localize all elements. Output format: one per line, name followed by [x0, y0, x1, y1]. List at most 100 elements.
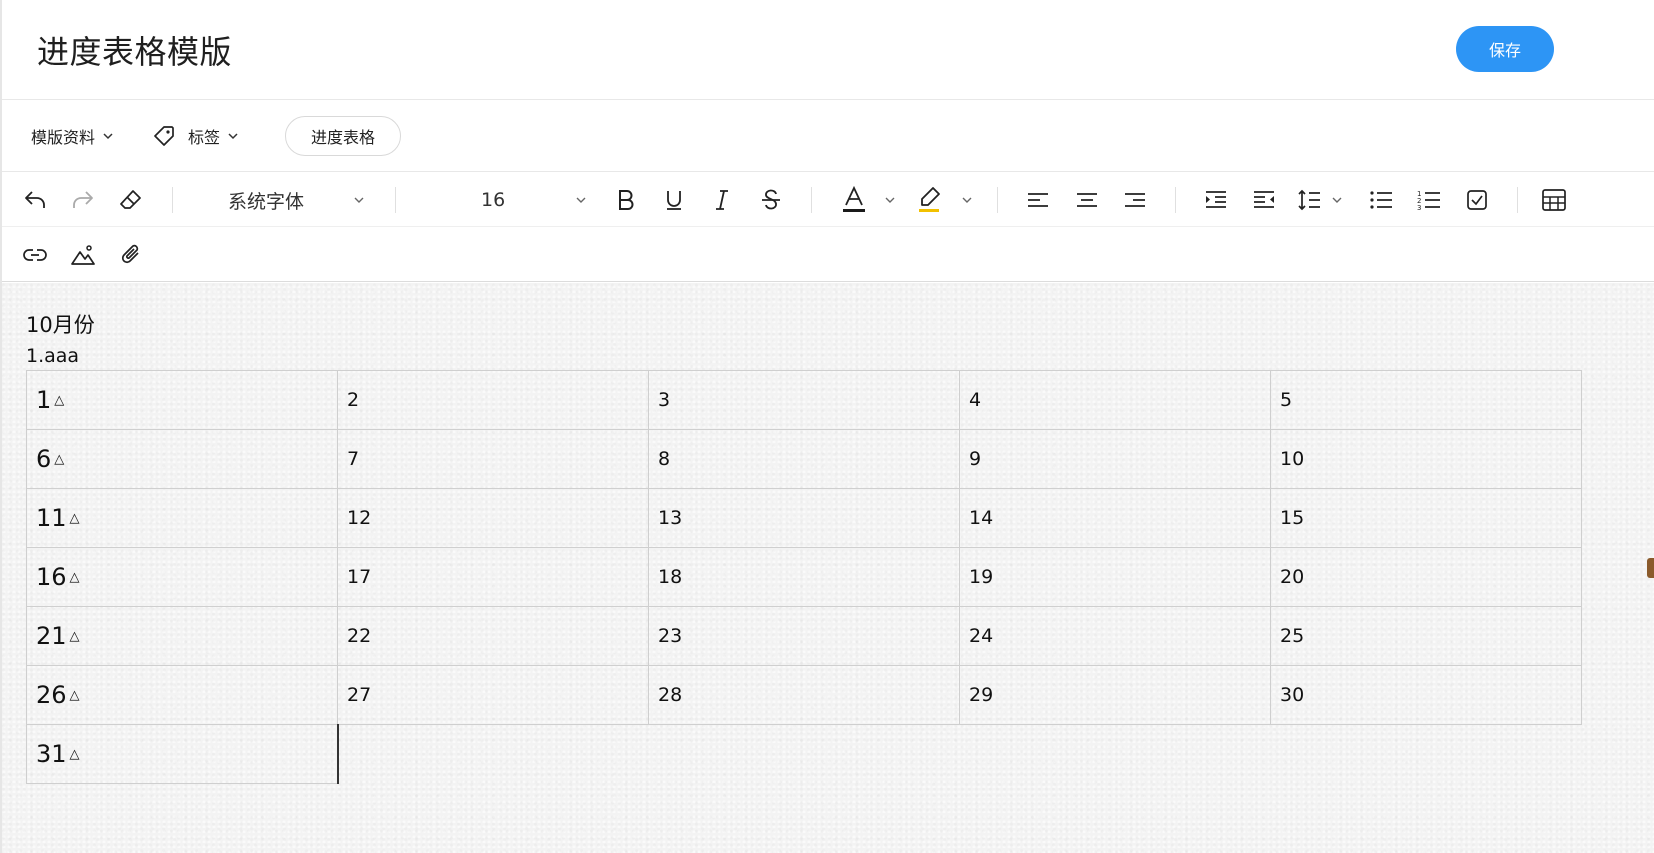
save-button[interactable]: 保存: [1456, 26, 1554, 72]
align-left-icon: [1028, 193, 1048, 207]
line-height-button[interactable]: [1293, 184, 1325, 216]
table-row: 6 △ 7 8 9 10: [26, 429, 1582, 489]
table-button[interactable]: [1538, 184, 1570, 216]
table-cell[interactable]: 12: [337, 488, 649, 548]
font-color-button[interactable]: [838, 184, 870, 216]
chevron-down-icon[interactable]: [884, 194, 896, 206]
table-cell[interactable]: 1 △: [26, 370, 338, 430]
table-row: 1 △ 2 3 4 5: [26, 370, 1582, 430]
cell-number: 28: [658, 684, 683, 706]
page-title[interactable]: 进度表格模版: [37, 27, 232, 73]
toolbar-row-1: 系统字体 16 1 2 3: [2, 172, 1654, 227]
table-cell[interactable]: 14: [959, 488, 1271, 548]
checklist-button[interactable]: [1461, 184, 1493, 216]
tag-pill[interactable]: 进度表格: [285, 116, 401, 156]
table-cell[interactable]: 21 △: [26, 606, 338, 666]
cell-number: 3: [658, 389, 671, 411]
align-right-button[interactable]: [1119, 184, 1151, 216]
table-cell[interactable]: 13: [648, 488, 960, 548]
image-button[interactable]: [67, 239, 99, 271]
link-button[interactable]: [19, 239, 51, 271]
table-cell[interactable]: 29: [959, 665, 1271, 725]
toolbar-row-2: [2, 227, 1654, 282]
table-cell[interactable]: 18: [648, 547, 960, 607]
table-cell[interactable]: 22: [337, 606, 649, 666]
chevron-down-icon[interactable]: [1331, 194, 1343, 206]
tags-dropdown[interactable]: 标签: [152, 122, 240, 150]
font-family-value: 系统字体: [228, 190, 305, 213]
align-center-button[interactable]: [1071, 184, 1103, 216]
triangle-icon: △: [69, 511, 80, 526]
highlight-button[interactable]: [914, 184, 946, 216]
indent-increase-icon: [1206, 191, 1226, 208]
table-cell[interactable]: 30: [1270, 665, 1582, 725]
chevron-down-icon[interactable]: [353, 194, 365, 206]
indent-increase-button[interactable]: [1200, 184, 1232, 216]
toolbar-separator: [1175, 187, 1176, 213]
font-family-select[interactable]: 系统字体: [228, 184, 304, 216]
align-left-button[interactable]: [1022, 184, 1054, 216]
document-heading[interactable]: 10月份: [26, 309, 95, 339]
strikethrough-button[interactable]: [755, 184, 787, 216]
cell-number: 17: [347, 566, 372, 588]
toolbar-separator: [1517, 187, 1518, 213]
document-subline[interactable]: 1.aaa: [26, 345, 79, 367]
bold-button[interactable]: [610, 184, 642, 216]
numbered-list-button[interactable]: 123: [1413, 184, 1445, 216]
table-cell[interactable]: 5: [1270, 370, 1582, 430]
table-cell[interactable]: 9: [959, 429, 1271, 489]
side-handle[interactable]: [1647, 558, 1654, 578]
cell-number: 23: [658, 625, 683, 647]
table-cell[interactable]: 3: [648, 370, 960, 430]
attachment-button[interactable]: [115, 239, 147, 271]
underline-button[interactable]: [658, 184, 690, 216]
triangle-icon: △: [54, 393, 65, 408]
image-icon: [71, 245, 95, 265]
table-cell[interactable]: 10: [1270, 429, 1582, 489]
cell-number: 5: [1280, 389, 1293, 411]
table-cell[interactable]: 20: [1270, 547, 1582, 607]
editor-canvas[interactable]: 10月份 1.aaa 1 △ 2 3 4 5 6 △ 7 8 9 10 11 △ 12 13 14 15 16 △ 17…: [2, 283, 1654, 853]
page-header: 进度表格模版 保存: [2, 0, 1654, 100]
chevron-down-icon[interactable]: [575, 194, 587, 206]
table-cell[interactable]: 7: [337, 429, 649, 489]
italic-button[interactable]: [706, 184, 738, 216]
undo-button[interactable]: [19, 184, 51, 216]
table-cell[interactable]: 25: [1270, 606, 1582, 666]
table-cell[interactable]: 19: [959, 547, 1271, 607]
table-cell[interactable]: 8: [648, 429, 960, 489]
bullet-list-button[interactable]: [1365, 184, 1397, 216]
cell-number: 1: [36, 386, 52, 414]
cell-number: 21: [36, 622, 67, 650]
empty-cell: [1271, 725, 1582, 784]
table-cell[interactable]: 24: [959, 606, 1271, 666]
table-cell[interactable]: 4: [959, 370, 1271, 430]
table-cell[interactable]: 11 △: [26, 488, 338, 548]
table-cell[interactable]: 28: [648, 665, 960, 725]
calendar-table[interactable]: 1 △ 2 3 4 5 6 △ 7 8 9 10 11 △ 12 13 14 15 16 △ 17 18 19 20 21 △ 22…: [26, 370, 1582, 784]
chevron-down-icon[interactable]: [961, 194, 973, 206]
bullet-list-icon: [1370, 191, 1392, 209]
table-cell[interactable]: 6 △: [26, 429, 338, 489]
cell-number: 29: [969, 684, 994, 706]
table-cell[interactable]: 23: [648, 606, 960, 666]
cell-number: 11: [36, 504, 67, 532]
indent-decrease-button[interactable]: [1248, 184, 1280, 216]
table-cell[interactable]: 26 △: [26, 665, 338, 725]
table-cell[interactable]: 31 △: [26, 724, 339, 784]
table-cell[interactable]: 17: [337, 547, 649, 607]
table-cell[interactable]: 27: [337, 665, 649, 725]
attachment-icon: [121, 244, 139, 264]
table-cell[interactable]: 2: [337, 370, 649, 430]
cell-number: 25: [1280, 625, 1305, 647]
table-cell[interactable]: 16 △: [26, 547, 338, 607]
redo-button[interactable]: [67, 184, 99, 216]
table-cell[interactable]: 15: [1270, 488, 1582, 548]
font-size-select[interactable]: 16: [481, 184, 505, 216]
indent-decrease-icon: [1254, 191, 1274, 208]
table-row: 31 △: [26, 724, 1582, 784]
clear-format-button[interactable]: [115, 184, 147, 216]
meta-bar: 模版资料 标签 进度表格: [2, 100, 1654, 172]
cell-number: 19: [969, 566, 994, 588]
template-info-dropdown[interactable]: 模版资料: [31, 122, 115, 150]
